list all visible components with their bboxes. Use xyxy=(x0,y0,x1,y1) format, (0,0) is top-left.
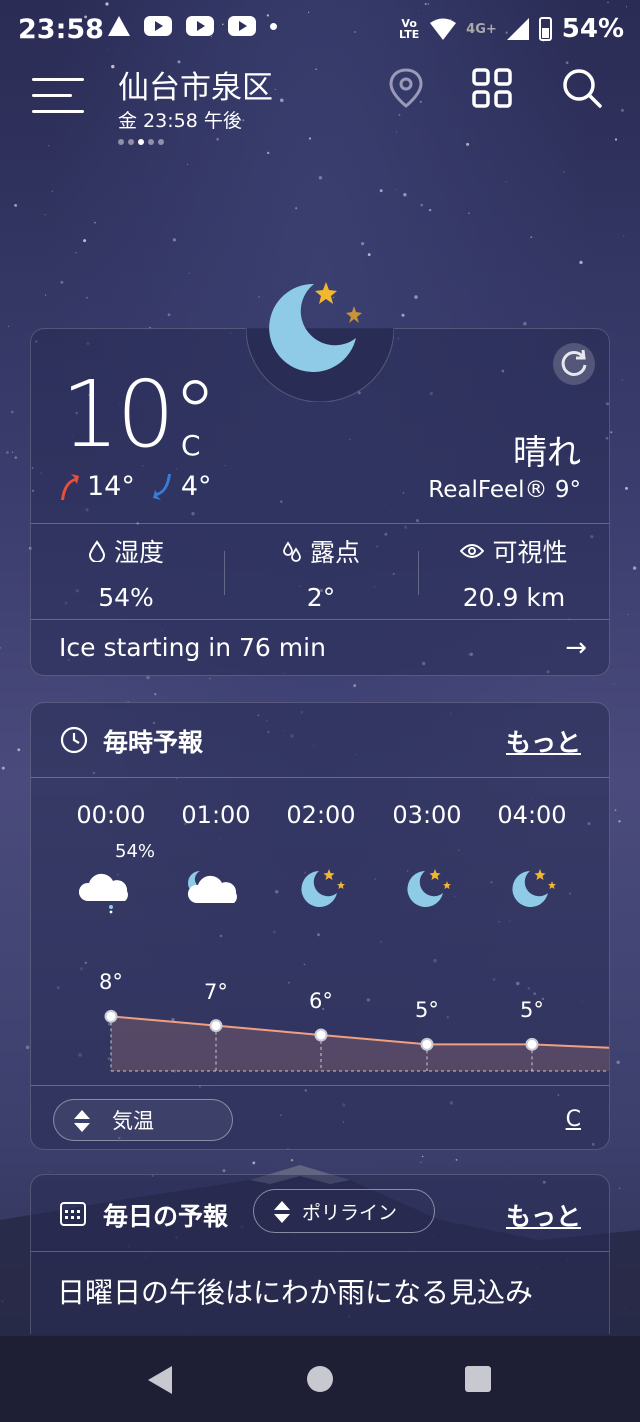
realfeel: RealFeel® 9° xyxy=(428,477,581,503)
location-datetime: 金 23:58 午後 xyxy=(118,110,242,132)
eye-icon xyxy=(460,544,485,558)
daily-forecast-text: 日曜日の午後はにわか雨になる見込み xyxy=(57,1276,534,1309)
grid-apps-icon[interactable] xyxy=(470,66,514,110)
hourly-more-link[interactable]: もっと xyxy=(506,723,581,759)
notification-icons xyxy=(108,16,277,36)
divider xyxy=(31,777,609,778)
current-weather-icon xyxy=(246,282,394,402)
battery-icon xyxy=(538,17,552,41)
calendar-icon xyxy=(60,1202,86,1226)
wifi-icon xyxy=(430,18,457,40)
location-pager xyxy=(118,139,164,145)
high-low: 14° 4° xyxy=(57,471,212,502)
metric-label: 可視性 xyxy=(492,538,568,567)
temperature-point xyxy=(420,1037,434,1051)
pager-dot xyxy=(128,139,134,145)
hourly-forecast-card: 毎時予報 もっと 00:00 54% 01:00 02:00 03:00 04:00 8° 7… xyxy=(30,702,610,1150)
back-button[interactable] xyxy=(148,1366,172,1394)
hour-time: 01:00 xyxy=(181,801,251,829)
hour-precip-chance: 54% xyxy=(115,841,156,862)
low-arrow-icon xyxy=(152,473,171,500)
recents-button[interactable] xyxy=(465,1366,491,1392)
temperature-point xyxy=(104,1009,118,1023)
pager-dot xyxy=(148,139,154,145)
menu-button[interactable] xyxy=(32,76,84,116)
metric-dew-point: 露点 2° xyxy=(226,533,416,612)
high-temperature: 14° xyxy=(87,471,135,502)
metric-label: 露点 xyxy=(309,538,360,567)
warning-icon xyxy=(108,16,130,36)
signal-icon xyxy=(506,18,529,40)
metric-label: 湿度 xyxy=(113,538,164,567)
chart-mode-toggle[interactable]: 気温 xyxy=(53,1099,233,1141)
high-arrow-icon xyxy=(61,473,79,500)
sort-arrows-icon xyxy=(74,1110,90,1132)
daily-more-link[interactable]: もっと xyxy=(506,1197,581,1233)
cloud-rain-icon xyxy=(78,863,143,915)
navigation-bar xyxy=(0,1336,640,1422)
daily-mode-label: ポリライン xyxy=(302,1201,398,1224)
search-icon[interactable] xyxy=(560,66,604,110)
youtube-icon xyxy=(228,16,256,36)
temperature-point xyxy=(525,1037,539,1051)
volte-icon: Vo LTE xyxy=(399,17,420,41)
metric-value: 2° xyxy=(306,583,336,612)
divider xyxy=(224,551,225,595)
condition-text: 晴れ xyxy=(513,433,581,473)
battery-percent: 54% xyxy=(561,14,624,44)
hourly-title: 毎時予報 xyxy=(103,728,204,757)
hour-time: 04:00 xyxy=(497,801,567,829)
temperature-point xyxy=(314,1028,328,1042)
refresh-button[interactable] xyxy=(553,343,595,385)
daily-forecast-card: 毎日の予報 ポリライン もっと 日曜日の午後はにわか雨になる見込み xyxy=(30,1174,610,1334)
arrow-right-icon[interactable]: → xyxy=(565,633,587,663)
hourly-temperature-chart xyxy=(104,1009,609,1072)
unit-toggle[interactable]: C xyxy=(566,1107,581,1132)
divider xyxy=(31,1251,609,1252)
divider xyxy=(31,523,609,524)
divider xyxy=(31,619,609,620)
clear-night-icon xyxy=(500,863,564,915)
chart-mode-label: 気温 xyxy=(112,1109,154,1133)
location-name[interactable]: 仙台市泉区 xyxy=(118,62,273,107)
location-pin-icon[interactable] xyxy=(384,66,428,110)
youtube-icon xyxy=(186,16,214,36)
precip-alert-text[interactable]: Ice starting in 76 min xyxy=(59,633,326,662)
clear-night-icon xyxy=(289,863,353,915)
sort-arrows-icon xyxy=(274,1201,290,1223)
daily-title: 毎日の予報 xyxy=(103,1202,229,1231)
hour-temperature: 8° xyxy=(99,970,123,995)
daily-mode-toggle[interactable]: ポリライン xyxy=(253,1189,435,1233)
status-time: 23:58 xyxy=(18,14,104,45)
dew-point-icon xyxy=(283,541,301,562)
pager-dot xyxy=(118,139,124,145)
hour-time: 03:00 xyxy=(392,801,462,829)
clock-icon xyxy=(60,726,88,754)
network-type: 4G+ xyxy=(466,21,497,37)
metric-visibility: 可視性 20.9 km xyxy=(419,533,609,612)
status-bar: 23:58 Vo LTE 4G+ 54% xyxy=(0,0,640,62)
pager-dot-active xyxy=(138,139,144,145)
more-notifications-icon xyxy=(270,22,277,30)
metric-value: 20.9 km xyxy=(462,583,566,612)
temperature-unit: C xyxy=(181,429,201,462)
low-temperature: 4° xyxy=(180,471,212,502)
youtube-icon xyxy=(144,16,172,36)
temperature-point xyxy=(209,1019,223,1033)
system-icons: Vo LTE 4G+ 54% xyxy=(398,14,624,44)
home-button[interactable] xyxy=(307,1366,333,1392)
refresh-icon xyxy=(561,349,587,376)
metric-value: 54% xyxy=(98,583,154,612)
pager-dot xyxy=(158,139,164,145)
hour-time: 00:00 xyxy=(76,801,146,829)
clear-night-icon xyxy=(395,863,459,915)
metric-humidity: 湿度 54% xyxy=(31,533,221,612)
divider xyxy=(31,1085,609,1086)
hour-time: 02:00 xyxy=(286,801,356,829)
humidity-drop-icon xyxy=(88,540,105,562)
partly-cloudy-night-icon xyxy=(184,863,248,915)
